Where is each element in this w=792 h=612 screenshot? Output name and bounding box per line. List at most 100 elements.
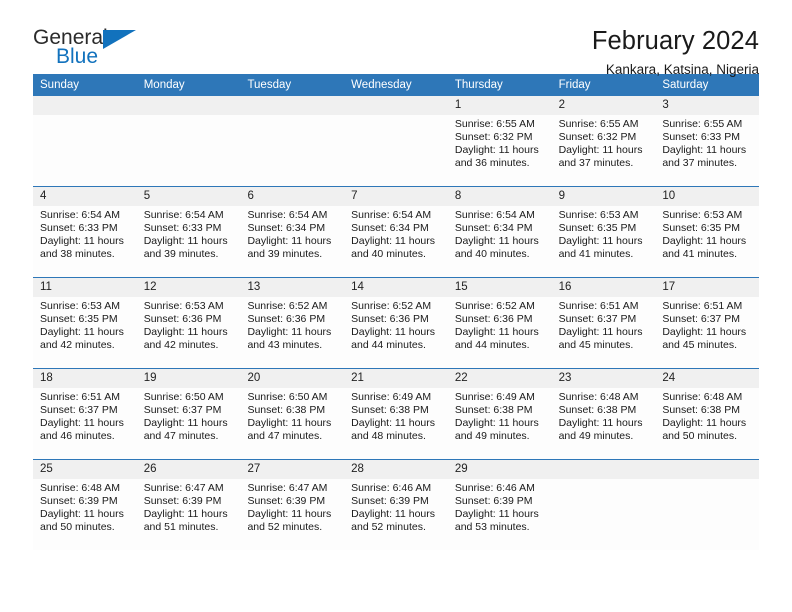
day-cell[interactable]: Sunrise: 6:53 AM Sunset: 6:35 PM Daylight:… — [33, 297, 137, 368]
day-detail-line: Sunset: 6:39 PM — [454, 495, 533, 508]
day-detail-line: Sunset: 6:39 PM — [143, 495, 222, 508]
day-detail-line: Sunset: 6:35 PM — [662, 222, 740, 235]
day-number[interactable]: 27 — [240, 460, 344, 479]
day-detail-line: and 49 minutes. — [454, 430, 530, 443]
day-number[interactable]: 4 — [33, 187, 137, 206]
day-cell[interactable]: Sunrise: 6:54 AM Sunset: 6:33 PM Daylight:… — [137, 206, 241, 277]
day-cell[interactable]: Sunrise: 6:55 AM Sunset: 6:33 PM Daylight:… — [655, 115, 759, 186]
day-number[interactable]: 17 — [655, 278, 759, 297]
day-number[interactable]: 10 — [655, 187, 759, 206]
day-cell[interactable]: Sunrise: 6:49 AM Sunset: 6:38 PM Daylight:… — [448, 388, 552, 459]
day-number[interactable]: 2 — [552, 96, 656, 115]
day-detail-line: and 46 minutes. — [40, 430, 115, 443]
day-detail-line: Sunset: 6:34 PM — [454, 222, 533, 235]
day-number-empty — [344, 96, 448, 115]
day-number[interactable]: 23 — [552, 369, 656, 388]
day-cell[interactable]: Sunrise: 6:54 AM Sunset: 6:33 PM Daylight:… — [33, 206, 137, 277]
day-cell[interactable]: Sunrise: 6:52 AM Sunset: 6:36 PM Daylight:… — [344, 297, 448, 368]
day-cell[interactable]: Sunrise: 6:55 AM Sunset: 6:32 PM Daylight:… — [552, 115, 656, 186]
day-number[interactable]: 16 — [552, 278, 656, 297]
day-detail-line: Sunrise: 6:48 AM — [662, 391, 743, 403]
day-cell[interactable]: Sunrise: 6:52 AM Sunset: 6:36 PM Daylight:… — [448, 297, 552, 368]
day-number-strip: 18 19 20 21 22 23 24 — [33, 369, 759, 388]
day-cell[interactable]: Sunrise: 6:47 AM Sunset: 6:39 PM Daylight:… — [240, 479, 344, 550]
day-number[interactable]: 3 — [655, 96, 759, 115]
day-number[interactable]: 29 — [448, 460, 552, 479]
day-number[interactable]: 12 — [137, 278, 241, 297]
day-cell[interactable]: Sunrise: 6:52 AM Sunset: 6:36 PM Daylight:… — [240, 297, 344, 368]
day-detail-line: Daylight: 11 hours — [454, 326, 539, 339]
day-cell[interactable]: Sunrise: 6:51 AM Sunset: 6:37 PM Daylight:… — [655, 297, 759, 368]
day-number[interactable]: 8 — [448, 187, 552, 206]
day-cell[interactable]: Sunrise: 6:46 AM Sunset: 6:39 PM Daylight:… — [344, 479, 448, 550]
day-detail-line: Daylight: 11 hours — [40, 326, 124, 339]
day-detail-line: Sunset: 6:34 PM — [247, 222, 326, 235]
day-cell[interactable]: Sunrise: 6:54 AM Sunset: 6:34 PM Daylight:… — [448, 206, 552, 277]
day-number[interactable]: 26 — [137, 460, 241, 479]
day-cell[interactable]: Sunrise: 6:55 AM Sunset: 6:32 PM Daylight:… — [448, 115, 552, 186]
day-cell[interactable]: Sunrise: 6:51 AM Sunset: 6:37 PM Daylight:… — [552, 297, 656, 368]
day-number[interactable]: 21 — [344, 369, 448, 388]
day-number[interactable]: 1 — [448, 96, 552, 115]
day-detail-line: and 50 minutes. — [40, 521, 115, 534]
day-detail-line: Sunrise: 6:54 AM — [143, 209, 224, 221]
day-cell[interactable]: Sunrise: 6:53 AM Sunset: 6:35 PM Daylight:… — [655, 206, 759, 277]
day-detail-line: and 45 minutes. — [662, 339, 738, 352]
day-cell[interactable]: Sunrise: 6:54 AM Sunset: 6:34 PM Daylight:… — [344, 206, 448, 277]
day-number[interactable]: 14 — [344, 278, 448, 297]
day-detail-line: Sunset: 6:38 PM — [558, 404, 637, 417]
day-cell[interactable]: Sunrise: 6:48 AM Sunset: 6:38 PM Daylight:… — [552, 388, 656, 459]
day-detail-line: Daylight: 11 hours — [351, 508, 436, 521]
day-detail-line: Sunset: 6:37 PM — [40, 404, 118, 417]
day-cell[interactable]: Sunrise: 6:47 AM Sunset: 6:39 PM Daylight:… — [137, 479, 241, 550]
day-number[interactable]: 11 — [33, 278, 137, 297]
day-number[interactable]: 25 — [33, 460, 137, 479]
day-detail-line: and 52 minutes. — [351, 521, 426, 534]
day-number[interactable]: 6 — [240, 187, 344, 206]
day-number[interactable]: 15 — [448, 278, 552, 297]
title-block: February 2024 Kankara, Katsina, Nigeria — [592, 26, 759, 79]
day-number[interactable]: 18 — [33, 369, 137, 388]
day-cell[interactable]: Sunrise: 6:54 AM Sunset: 6:34 PM Daylight:… — [240, 206, 344, 277]
day-detail-line: and 37 minutes. — [558, 157, 634, 170]
day-cell[interactable]: Sunrise: 6:50 AM Sunset: 6:37 PM Daylight:… — [137, 388, 241, 459]
day-cell[interactable]: Sunrise: 6:46 AM Sunset: 6:39 PM Daylight:… — [448, 479, 552, 550]
day-detail-line: and 50 minutes. — [662, 430, 738, 443]
day-detail-line: Sunrise: 6:53 AM — [143, 300, 224, 312]
weekday-header-thursday: Thursday — [454, 79, 503, 91]
day-number[interactable]: 22 — [448, 369, 552, 388]
day-number[interactable]: 28 — [344, 460, 448, 479]
day-detail-line: Daylight: 11 hours — [247, 235, 332, 248]
calendar-week-row: 1 2 3 Sunrise: 6:55 AM Sunset: 6:32 PM Daylig… — [33, 96, 759, 186]
page-header: General Blue February 2024 Kankara, Kats… — [0, 0, 792, 77]
general-blue-logo: General Blue — [33, 26, 153, 74]
day-detail-line: Sunset: 6:37 PM — [558, 313, 637, 326]
day-number[interactable]: 13 — [240, 278, 344, 297]
day-detail-line: and 37 minutes. — [662, 157, 738, 170]
day-detail-line: Sunrise: 6:55 AM — [662, 118, 743, 130]
day-detail-line: Daylight: 11 hours — [558, 144, 643, 157]
day-number[interactable]: 20 — [240, 369, 344, 388]
day-cell-empty — [137, 115, 241, 186]
day-detail-line: Sunset: 6:39 PM — [247, 495, 326, 508]
day-cell[interactable]: Sunrise: 6:53 AM Sunset: 6:36 PM Daylight:… — [137, 297, 241, 368]
day-number[interactable]: 9 — [552, 187, 656, 206]
day-number[interactable]: 24 — [655, 369, 759, 388]
day-number[interactable]: 5 — [137, 187, 241, 206]
day-cell[interactable]: Sunrise: 6:49 AM Sunset: 6:38 PM Daylight:… — [344, 388, 448, 459]
day-cell[interactable]: Sunrise: 6:48 AM Sunset: 6:39 PM Daylight:… — [33, 479, 137, 550]
day-cell[interactable]: Sunrise: 6:50 AM Sunset: 6:38 PM Daylight:… — [240, 388, 344, 459]
day-cell[interactable]: Sunrise: 6:51 AM Sunset: 6:37 PM Daylight:… — [33, 388, 137, 459]
day-detail-line: Daylight: 11 hours — [454, 508, 539, 521]
day-detail-line: Sunrise: 6:52 AM — [351, 300, 432, 312]
day-number-strip: 11 12 13 14 15 16 17 — [33, 278, 759, 297]
day-number[interactable]: 19 — [137, 369, 241, 388]
day-detail-line: and 47 minutes. — [143, 430, 219, 443]
day-number[interactable]: 7 — [344, 187, 448, 206]
day-cell[interactable]: Sunrise: 6:53 AM Sunset: 6:35 PM Daylight:… — [552, 206, 656, 277]
day-detail-line: and 44 minutes. — [351, 339, 426, 352]
day-cell[interactable]: Sunrise: 6:48 AM Sunset: 6:38 PM Daylight:… — [655, 388, 759, 459]
logo-text-blue: Blue — [56, 45, 99, 68]
day-detail-line: and 52 minutes. — [247, 521, 323, 534]
day-detail-line: and 39 minutes. — [247, 248, 323, 261]
